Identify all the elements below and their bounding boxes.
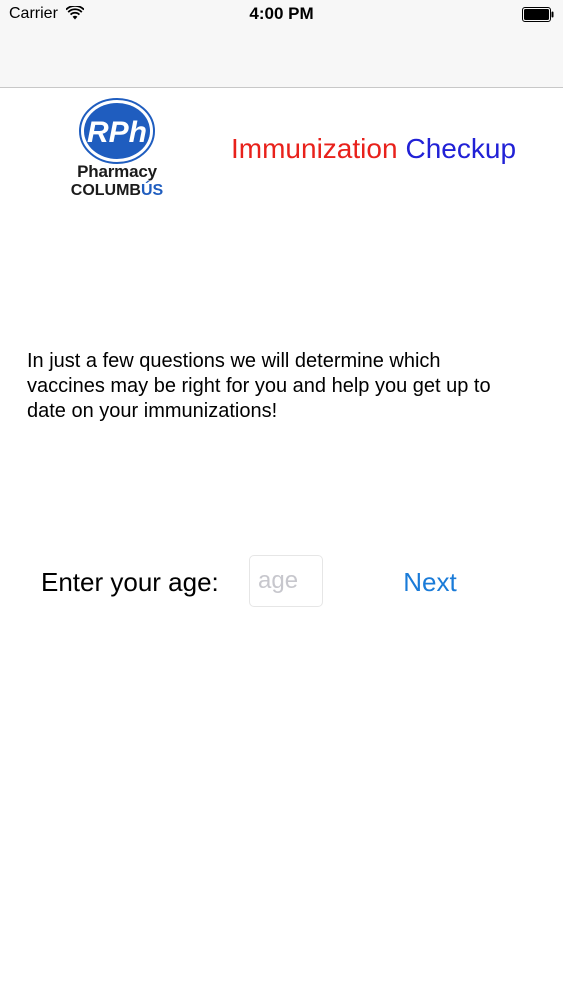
rph-badge-icon: RPh [79,98,155,164]
next-button[interactable]: Next [390,562,470,602]
logo-name: Pharmacy [77,162,157,181]
title-immunization: Immunization [231,133,398,164]
rph-badge-text: RPh [87,116,147,149]
battery-icon [522,7,554,22]
logo-city-main: COLUMB [70,182,141,199]
intro-text: In just a few questions we will determin… [27,350,491,422]
logo-city: COLUMBÚS [62,182,172,200]
navigation-bar: Carrier 4:00 PM [0,0,563,88]
page-title: Immunization Checkup [231,133,516,165]
logo-city-accent: ÚS [140,182,164,199]
age-input[interactable] [249,555,323,607]
pharmacy-logo: RPh Pharmacy COLUMBÚS [62,98,172,208]
title-checkup: Checkup [405,133,517,164]
status-bar: Carrier 4:00 PM [0,0,563,30]
screen: Carrier 4:00 PM RPh Pharmacy COLUMBÚS Im… [0,0,563,1000]
clock: 4:00 PM [249,4,314,23]
age-label: Enter your age: [41,567,219,597]
